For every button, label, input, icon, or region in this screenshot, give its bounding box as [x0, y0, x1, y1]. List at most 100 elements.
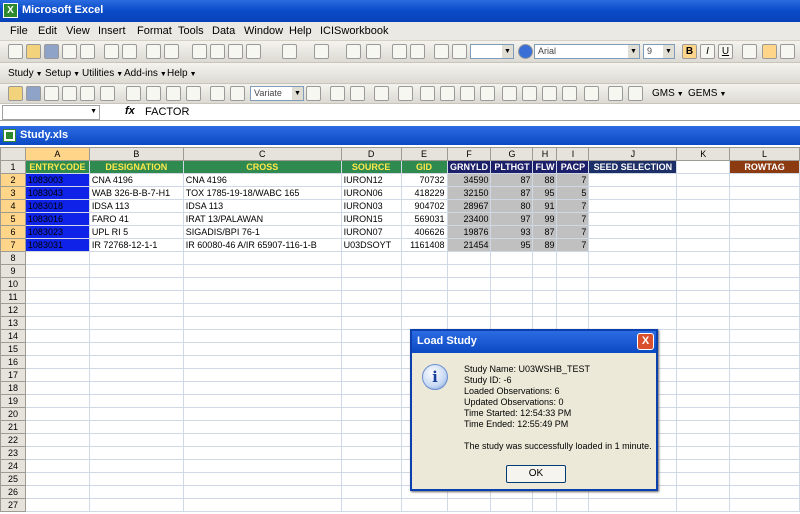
empty-cell[interactable] — [88, 329, 184, 343]
permission-icon[interactable] — [62, 44, 77, 59]
empty-cell[interactable] — [676, 303, 731, 317]
empty-cell[interactable] — [532, 264, 558, 278]
menu-tools[interactable]: Tools — [178, 25, 204, 37]
empty-cell[interactable] — [340, 329, 402, 343]
empty-cell[interactable] — [340, 277, 402, 291]
row-header[interactable]: 18 — [0, 381, 26, 395]
empty-cell[interactable] — [24, 381, 90, 395]
column-header[interactable]: H — [532, 147, 558, 161]
header-cell[interactable]: GRNYLD — [446, 160, 492, 174]
empty-cell[interactable] — [676, 277, 731, 291]
row-header[interactable]: 3 — [0, 186, 26, 200]
table-cell[interactable] — [676, 212, 731, 226]
empty-cell[interactable] — [88, 381, 184, 395]
empty-cell[interactable] — [676, 329, 731, 343]
empty-cell[interactable] — [24, 355, 90, 369]
help-icon[interactable] — [518, 44, 533, 59]
empty-cell[interactable] — [340, 251, 402, 265]
align-left-icon[interactable] — [742, 44, 757, 59]
new-icon[interactable] — [8, 44, 23, 59]
empty-cell[interactable] — [182, 420, 342, 434]
export-icon[interactable] — [522, 86, 537, 101]
table-cell[interactable]: 7 — [556, 173, 590, 187]
underline-icon[interactable]: U — [718, 44, 733, 59]
empty-cell[interactable] — [182, 433, 342, 447]
paste-icon[interactable] — [228, 44, 243, 59]
empty-cell[interactable] — [340, 407, 402, 421]
empty-cell[interactable] — [88, 446, 184, 460]
italic-icon[interactable]: I — [700, 44, 715, 59]
row-header[interactable]: 10 — [0, 277, 26, 291]
table-cell[interactable]: 5 — [556, 186, 590, 200]
empty-cell[interactable] — [490, 264, 534, 278]
table-cell[interactable]: 34590 — [446, 173, 492, 187]
table-cell[interactable] — [588, 238, 678, 252]
empty-cell[interactable] — [400, 290, 448, 304]
check-icon[interactable] — [420, 86, 435, 101]
grid-icon[interactable] — [166, 86, 181, 101]
row-header[interactable]: 17 — [0, 368, 26, 382]
table-cell[interactable]: 1083023 — [24, 225, 90, 239]
table-cell[interactable] — [588, 173, 678, 187]
table-cell[interactable]: 418229 — [400, 186, 448, 200]
empty-cell[interactable] — [340, 316, 402, 330]
email-icon[interactable] — [80, 44, 95, 59]
row-header[interactable]: 26 — [0, 485, 26, 499]
table-cell[interactable]: U03DSOYT — [340, 238, 402, 252]
empty-cell[interactable] — [676, 368, 731, 382]
table-cell[interactable]: IDSA 113 — [182, 199, 342, 213]
hyperlink-icon[interactable] — [346, 44, 361, 59]
print-preview-icon[interactable] — [122, 44, 137, 59]
table-cell[interactable]: 28967 — [446, 199, 492, 213]
drawing-icon[interactable] — [452, 44, 467, 59]
menu-data[interactable]: Data — [212, 25, 235, 37]
menu-edit[interactable]: Edit — [38, 25, 57, 37]
sort-ascending-icon[interactable] — [392, 44, 407, 59]
empty-cell[interactable] — [729, 394, 800, 408]
empty-cell[interactable] — [24, 303, 90, 317]
table-cell[interactable]: 7 — [556, 238, 590, 252]
format-painter-icon[interactable] — [246, 44, 261, 59]
empty-cell[interactable] — [88, 420, 184, 434]
empty-cell[interactable] — [88, 394, 184, 408]
empty-cell[interactable] — [588, 277, 678, 291]
table-cell[interactable]: IURON06 — [340, 186, 402, 200]
empty-cell[interactable] — [182, 303, 342, 317]
align-center-icon[interactable] — [762, 44, 777, 59]
column-header[interactable]: A — [24, 147, 90, 161]
empty-cell[interactable] — [556, 290, 590, 304]
zoom-combo[interactable]: ▼ — [470, 44, 514, 59]
table-cell[interactable] — [729, 173, 800, 187]
menu-format[interactable]: Format — [137, 25, 172, 37]
empty-cell[interactable] — [88, 407, 184, 421]
table-cell[interactable] — [729, 225, 800, 239]
merge-icon[interactable] — [502, 86, 517, 101]
import-icon[interactable] — [210, 86, 225, 101]
column-header[interactable]: K — [676, 147, 731, 161]
document-icon[interactable] — [350, 86, 365, 101]
empty-cell[interactable] — [182, 485, 342, 499]
table-cell[interactable] — [729, 199, 800, 213]
table-cell[interactable]: 87 — [532, 225, 558, 239]
column-header[interactable]: I — [556, 147, 590, 161]
empty-cell[interactable] — [340, 303, 402, 317]
print-icon[interactable] — [628, 86, 643, 101]
table-cell[interactable] — [676, 186, 731, 200]
empty-cell[interactable] — [446, 290, 492, 304]
empty-cell[interactable] — [24, 368, 90, 382]
row-header[interactable]: 6 — [0, 225, 26, 239]
empty-cell[interactable] — [182, 446, 342, 460]
empty-cell[interactable] — [588, 264, 678, 278]
table-cell[interactable]: 21454 — [446, 238, 492, 252]
row-header[interactable]: 1 — [0, 160, 26, 174]
empty-cell[interactable] — [24, 342, 90, 356]
report-icon[interactable] — [374, 86, 389, 101]
table-cell[interactable]: 7 — [556, 225, 590, 239]
empty-cell[interactable] — [340, 485, 402, 499]
table-cell[interactable]: SIGADIS/BPI 76-1 — [182, 225, 342, 239]
header-cell[interactable]: PLTHGT — [490, 160, 534, 174]
empty-cell[interactable] — [88, 485, 184, 499]
table-cell[interactable]: IURON15 — [340, 212, 402, 226]
align-right-icon[interactable] — [780, 44, 795, 59]
empty-cell[interactable] — [729, 355, 800, 369]
